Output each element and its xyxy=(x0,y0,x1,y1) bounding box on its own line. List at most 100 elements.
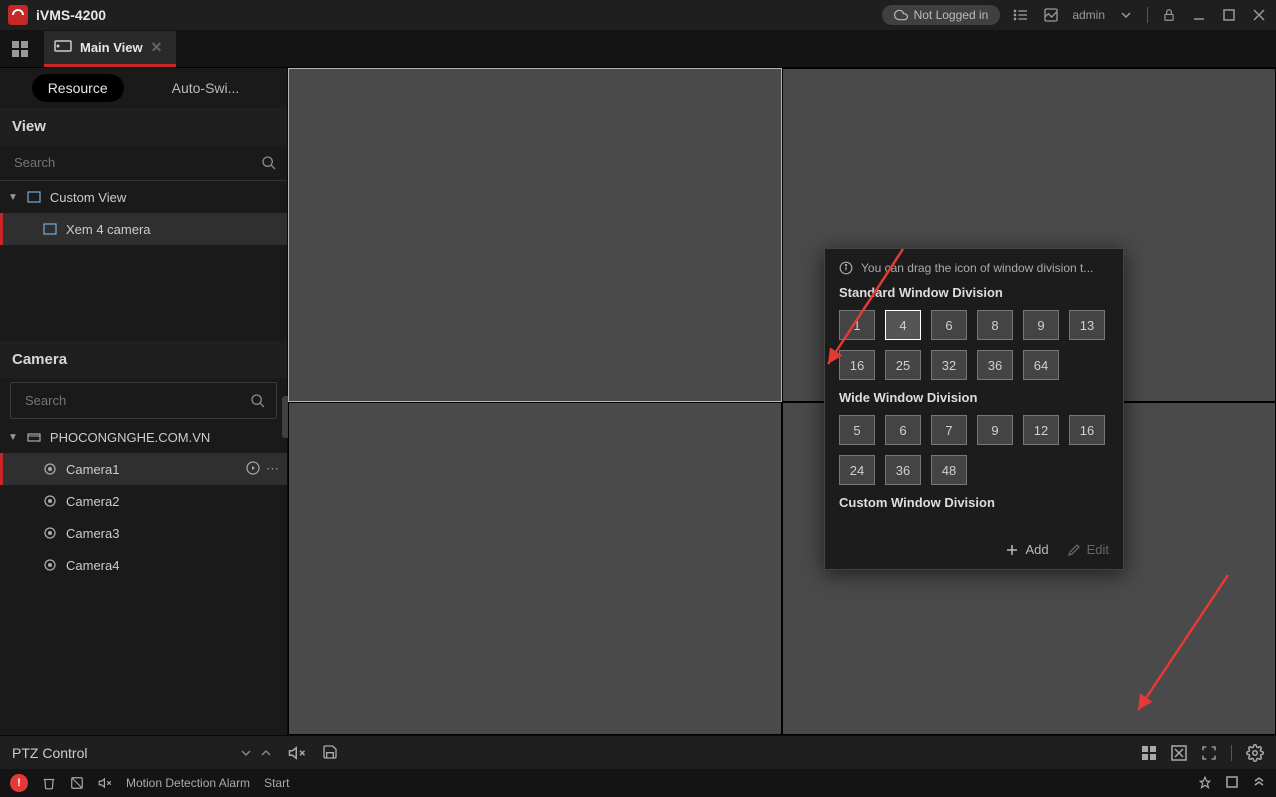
view-search xyxy=(0,145,287,181)
camera-panel: Camera ▼ PHOCONGNGHE.COM.VN Camera1 ⋯ xyxy=(0,341,287,735)
custom-view-label: Custom View xyxy=(50,190,126,205)
division-option-6[interactable]: 6 xyxy=(931,310,967,340)
camera-search xyxy=(10,382,277,419)
trash-icon[interactable] xyxy=(42,776,56,790)
title-bar: iVMS-4200 Not Logged in admin xyxy=(0,0,1276,30)
wide-division-option-5[interactable]: 5 xyxy=(839,415,875,445)
restore-icon[interactable] xyxy=(1226,776,1238,790)
add-division-button[interactable]: Add xyxy=(1005,542,1048,557)
more-icon[interactable]: ⋯ xyxy=(266,461,279,477)
alarm-action: Start xyxy=(264,776,289,790)
camera-item[interactable]: Camera1 ⋯ xyxy=(0,453,287,485)
tab-main-view[interactable]: Main View ✕ xyxy=(44,31,176,67)
division-option-25[interactable]: 25 xyxy=(885,350,921,380)
close-icon[interactable] xyxy=(1250,6,1268,24)
standard-division-title: Standard Window Division xyxy=(839,285,1109,300)
resource-tab[interactable]: Resource xyxy=(32,74,124,102)
apps-grid-icon[interactable] xyxy=(8,37,32,61)
video-cell-3[interactable] xyxy=(288,402,782,736)
ptz-label: PTZ Control xyxy=(12,745,87,761)
video-cell-1[interactable] xyxy=(288,68,782,402)
app-logo-icon xyxy=(8,5,28,25)
custom-view-node[interactable]: ▼ Custom View xyxy=(0,181,287,213)
camera-item[interactable]: Camera3 xyxy=(0,517,287,549)
autoswitch-tab[interactable]: Auto-Swi... xyxy=(156,74,256,102)
edit-division-button: Edit xyxy=(1067,542,1109,557)
divider xyxy=(1147,7,1148,23)
alarm-text: Motion Detection Alarm xyxy=(126,776,250,790)
mute-icon[interactable] xyxy=(288,744,306,762)
save-icon[interactable] xyxy=(322,744,338,762)
alarm-warning-icon[interactable]: ! xyxy=(10,774,28,792)
device-node[interactable]: ▼ PHOCONGNGHE.COM.VN xyxy=(0,421,287,453)
task-list-icon[interactable] xyxy=(1012,6,1030,24)
view-tree: ▼ Custom View Xem 4 camera xyxy=(0,181,287,341)
window-division-popup: You can drag the icon of window division… xyxy=(824,248,1124,570)
view-search-input[interactable] xyxy=(10,149,261,176)
pin-icon[interactable] xyxy=(1198,776,1212,790)
division-option-64[interactable]: 64 xyxy=(1023,350,1059,380)
custom-division-title: Custom Window Division xyxy=(839,495,1109,510)
camera-label: Camera2 xyxy=(66,494,119,509)
tab-close-icon[interactable]: ✕ xyxy=(151,39,163,56)
camera-search-input[interactable] xyxy=(21,387,250,414)
sound-off-icon[interactable] xyxy=(98,776,112,790)
tab-bar: Main View ✕ xyxy=(0,30,1276,68)
view-header: View xyxy=(0,108,287,145)
image-off-icon[interactable] xyxy=(70,776,84,790)
wide-division-option-24[interactable]: 24 xyxy=(839,455,875,485)
division-option-16[interactable]: 16 xyxy=(839,350,875,380)
wide-division-option-12[interactable]: 12 xyxy=(1023,415,1059,445)
division-option-8[interactable]: 8 xyxy=(977,310,1013,340)
wide-division-option-7[interactable]: 7 xyxy=(931,415,967,445)
play-icon[interactable] xyxy=(246,461,260,477)
popup-hint-text: You can drag the icon of window division… xyxy=(861,261,1093,275)
custom-view-item[interactable]: Xem 4 camera xyxy=(0,213,287,245)
division-option-9[interactable]: 9 xyxy=(1023,310,1059,340)
camera-item[interactable]: Camera4 xyxy=(0,549,287,581)
camera-label: Camera4 xyxy=(66,558,119,573)
user-dropdown-icon[interactable] xyxy=(1117,6,1135,24)
edit-icon xyxy=(1067,543,1081,557)
device-label: PHOCONGNGHE.COM.VN xyxy=(50,430,210,445)
wide-division-option-16[interactable]: 16 xyxy=(1069,415,1105,445)
ptz-control-bar: PTZ Control xyxy=(0,735,1276,769)
wide-division-option-36[interactable]: 36 xyxy=(885,455,921,485)
chevron-down-icon: ▼ xyxy=(8,432,18,443)
cloud-status-text: Not Logged in xyxy=(914,8,989,22)
ptz-collapse-down-icon[interactable] xyxy=(240,747,252,759)
camera-item[interactable]: Camera2 xyxy=(0,485,287,517)
division-option-36[interactable]: 36 xyxy=(977,350,1013,380)
division-option-32[interactable]: 32 xyxy=(931,350,967,380)
gear-icon[interactable] xyxy=(1246,744,1264,762)
division-option-4[interactable]: 4 xyxy=(885,310,921,340)
minimize-icon[interactable] xyxy=(1190,6,1208,24)
ptz-collapse-up-icon[interactable] xyxy=(260,747,272,759)
maximize-icon[interactable] xyxy=(1220,6,1238,24)
wide-division-option-9[interactable]: 9 xyxy=(977,415,1013,445)
stop-all-icon[interactable] xyxy=(1171,745,1187,761)
video-viewer xyxy=(288,68,1276,735)
cloud-icon xyxy=(894,8,908,22)
cloud-login-status[interactable]: Not Logged in xyxy=(882,5,1001,25)
fullscreen-icon[interactable] xyxy=(1201,745,1217,761)
standard-division-options: 14689 13 16 25 32 36 64 xyxy=(839,310,1109,380)
video-grid xyxy=(288,68,1276,735)
wide-division-option-6[interactable]: 6 xyxy=(885,415,921,445)
search-icon[interactable] xyxy=(261,155,277,171)
user-name[interactable]: admin xyxy=(1072,8,1105,22)
sidebar: Resource Auto-Swi... View ▼ Custom View … xyxy=(0,68,288,735)
tab-label: Main View xyxy=(80,40,143,55)
search-icon[interactable] xyxy=(250,393,266,409)
lock-icon[interactable] xyxy=(1160,6,1178,24)
chevron-down-icon: ▼ xyxy=(8,192,18,203)
division-option-13[interactable]: 13 xyxy=(1069,310,1105,340)
division-option-1[interactable]: 1 xyxy=(839,310,875,340)
wide-division-option-48[interactable]: 48 xyxy=(931,455,967,485)
view-panel: View ▼ Custom View Xem 4 camera xyxy=(0,108,287,341)
wide-division-title: Wide Window Division xyxy=(839,390,1109,405)
info-icon xyxy=(839,261,853,275)
layout-icon[interactable] xyxy=(1141,745,1157,761)
expand-up-icon[interactable] xyxy=(1252,776,1266,790)
picture-icon[interactable] xyxy=(1042,6,1060,24)
